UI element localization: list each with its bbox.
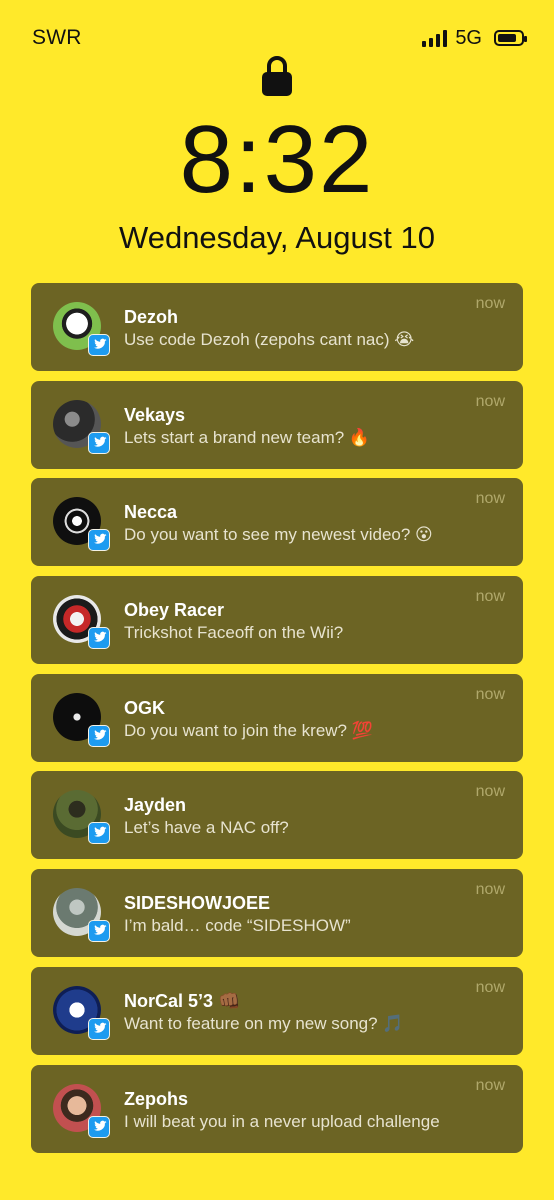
- notification-timestamp: now: [475, 588, 505, 606]
- notification-card-7[interactable]: SIDESHOWJOEE I’m bald… code “SIDESHOW” n…: [31, 869, 523, 958]
- avatar-container: [53, 497, 110, 552]
- notification-card-5[interactable]: OGK Do you want to join the krew? 💯 now: [31, 673, 523, 762]
- twitter-icon: [88, 920, 110, 943]
- avatar-container: [53, 790, 110, 845]
- notification-card-2[interactable]: Vekays Lets start a brand new team? 🔥 no…: [31, 380, 523, 469]
- signal-strength-icon: [422, 29, 448, 47]
- status-indicators: 5G: [422, 26, 527, 50]
- notification-message: Do you want to join the krew? 💯: [124, 720, 373, 740]
- battery-level-fill: [498, 34, 516, 42]
- notification-message: Want to feature on my new song? 🎵: [124, 1013, 404, 1033]
- notification-sender: Necca: [124, 502, 178, 523]
- notification-sender: Vekays: [124, 404, 186, 425]
- notification-card-8[interactable]: NorCal 5’3 👊🏾 Want to feature on my new …: [31, 966, 523, 1055]
- notification-sender: OGK: [124, 697, 166, 718]
- twitter-icon: [88, 627, 110, 650]
- notification-sender: Jayden: [124, 795, 187, 816]
- notification-list: Dezoh Use code Dezoh (zepohs cant nac) 😭…: [31, 283, 523, 1162]
- notification-timestamp: now: [475, 1076, 505, 1094]
- notification-sender: Dezoh: [124, 307, 178, 327]
- notification-timestamp: now: [475, 392, 505, 410]
- notification-timestamp: now: [475, 881, 505, 899]
- twitter-icon: [88, 822, 110, 845]
- avatar-container: [53, 692, 110, 747]
- notification-timestamp: now: [475, 295, 505, 312]
- notification-timestamp: now: [475, 978, 505, 996]
- notification-sender: Zepohs: [124, 1088, 189, 1109]
- avatar-container: [53, 1083, 110, 1138]
- notification-card-6[interactable]: Jayden Let’s have a NAC off? now: [31, 771, 523, 860]
- notification-card-1[interactable]: Dezoh Use code Dezoh (zepohs cant nac) 😭…: [31, 283, 523, 371]
- twitter-icon: [88, 334, 110, 356]
- notification-card-3[interactable]: Necca Do you want to see my newest video…: [31, 478, 523, 567]
- notification-sender: NorCal 5’3 👊🏾: [124, 990, 241, 1011]
- status-bar: SWR 5G: [32, 24, 527, 52]
- network-type: 5G: [455, 26, 482, 49]
- notification-card-4[interactable]: Obey Racer Trickshot Faceoff on the Wii?…: [31, 576, 523, 665]
- lock-screen-time: 8:32: [179, 106, 375, 213]
- notification-card-9[interactable]: Zepohs I will beat you in a never upload…: [31, 1064, 523, 1153]
- lock-screen-date: Wednesday, August 10: [119, 220, 435, 255]
- twitter-icon: [88, 529, 110, 552]
- twitter-icon: [88, 724, 110, 747]
- avatar-container: [53, 888, 110, 943]
- notification-message: I will beat you in a never upload challe…: [124, 1111, 440, 1131]
- battery-icon: [494, 30, 527, 46]
- twitter-icon: [88, 431, 110, 454]
- twitter-icon: [88, 1115, 110, 1138]
- notification-message: Trickshot Faceoff on the Wii?: [124, 623, 344, 643]
- twitter-icon: [88, 1017, 110, 1040]
- avatar-container: [53, 595, 110, 650]
- notification-message: Use code Dezoh (zepohs cant nac) 😭: [124, 330, 415, 349]
- notification-sender: SIDESHOWJOEE: [124, 893, 271, 914]
- notification-sender: Obey Racer: [124, 600, 225, 621]
- notification-message: Lets start a brand new team? 🔥: [124, 427, 371, 447]
- notification-message: I’m bald… code “SIDESHOW”: [124, 916, 351, 936]
- notification-timestamp: now: [475, 783, 505, 801]
- notification-timestamp: now: [475, 685, 505, 703]
- lock-icon: [262, 56, 292, 96]
- notification-timestamp: now: [475, 490, 505, 508]
- avatar-container: [53, 399, 110, 454]
- avatar-container: [53, 302, 110, 356]
- notification-message: Do you want to see my newest video? 😮: [124, 525, 433, 545]
- notification-message: Let’s have a NAC off?: [124, 818, 289, 838]
- avatar-container: [53, 985, 110, 1040]
- carrier-name: SWR: [32, 26, 82, 49]
